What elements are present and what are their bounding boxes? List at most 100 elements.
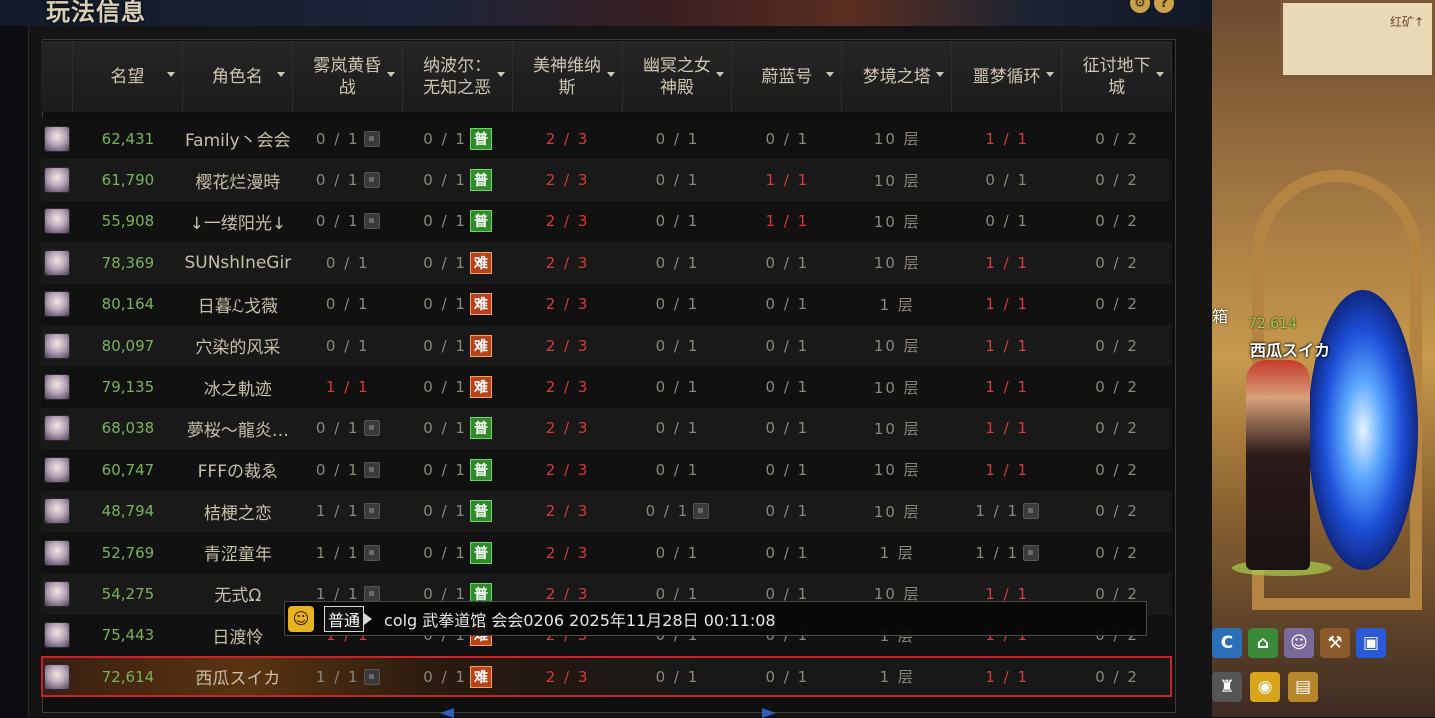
character-name-cell-value: 冰之軌迹: [203, 379, 272, 400]
avatar-cell: [41, 366, 73, 407]
header-column[interactable]: 纳波尔：无知之恶: [402, 41, 513, 112]
scene-side-text: 箱: [1212, 307, 1229, 326]
scene-toolbar-secondary-icon[interactable]: ▤: [1288, 672, 1318, 702]
sort-arrow-icon[interactable]: [496, 72, 505, 77]
fame-cell-value: 52,769: [101, 543, 155, 562]
table-row[interactable]: 78,369 SUNshⅠneGir 0 / 10 / 1难2 / 30 / 10 …: [41, 242, 1172, 284]
mist-twilight-cell: 1 / 1: [293, 366, 403, 407]
lock-icon: [363, 461, 380, 478]
table-row[interactable]: 62,431 Family丶会会 0 / 10 / 1普2 / 30 / 10 / …: [41, 118, 1172, 160]
scene-toolbar-icon[interactable]: ⌂: [1248, 628, 1278, 658]
azure-cell: 0 / 1: [732, 366, 842, 407]
dream-tower-cell: 1 层: [842, 656, 952, 697]
character-name-cell: 日渡怜: [183, 615, 293, 656]
chat-bar[interactable]: ☺ 普通 colg 武拳道馆 会会0206 2025年11月28日 00:11:…: [284, 601, 1147, 636]
sort-arrow-icon[interactable]: [936, 72, 945, 77]
dungeon-cell: 0 / 2: [1062, 449, 1172, 490]
table-row[interactable]: 55,908 ↓一缕阳光↓ 0 / 10 / 1普2 / 30 / 11 / 1 10…: [41, 200, 1172, 243]
hard-difficulty-badge: 难: [469, 665, 492, 688]
sort-arrow-icon[interactable]: [166, 72, 175, 77]
header-column-label: 征讨地下城: [1082, 55, 1151, 98]
sort-arrow-icon[interactable]: [826, 72, 835, 77]
table-row[interactable]: 79,135 冰之軌迹 1 / 10 / 1难2 / 30 / 10 / 1 10 层…: [41, 366, 1172, 408]
table-row[interactable]: 61,790 樱花烂漫時 0 / 10 / 1普2 / 30 / 11 / 1 10 …: [41, 159, 1172, 201]
table-row[interactable]: 60,747 FFFの裁ゑ 0 / 10 / 1普2 / 30 / 10 / 1 10…: [41, 449, 1172, 491]
table-row[interactable]: 80,164 日暮ℒ戈薇 0 / 10 / 1难2 / 30 / 10 / 11 层…: [41, 283, 1172, 325]
lock-icon: [363, 213, 380, 230]
venus-cell-value: 2 / 3: [545, 212, 590, 231]
mist-twilight-cell-value: 1 / 1: [315, 543, 360, 562]
table-row[interactable]: 68,038 夢桜～龍炎… 0 / 10 / 1普2 / 30 / 10 / 1 10…: [41, 407, 1172, 450]
normal-difficulty-badge: 普: [469, 127, 492, 150]
header-column[interactable]: 雾岚黄昏战: [292, 41, 403, 112]
fame-cell: 62,431: [73, 118, 183, 159]
scene-toolbar-icon[interactable]: ▣: [1356, 628, 1386, 658]
character-name-cell: 青涩童年: [183, 532, 293, 573]
character-name-cell-value: 无式Ω: [214, 586, 262, 607]
mist-twilight-cell: 1 / 1: [293, 656, 403, 697]
table-row[interactable]: 52,769 青涩童年 1 / 10 / 1普2 / 30 / 10 / 11 层1…: [41, 531, 1172, 574]
header-column-label: 雾岚黄昏战: [313, 55, 382, 98]
emote-icon[interactable]: ☺: [288, 605, 314, 632]
venus-cell: 2 / 3: [513, 159, 623, 200]
scene-toolbar-secondary-icon[interactable]: ♜: [1212, 672, 1242, 702]
scene-toolbar-icon[interactable]: ⚒: [1320, 628, 1350, 658]
nightmare-loop-cell-value: 1 / 1: [985, 129, 1030, 148]
table-row[interactable]: 72,614 西瓜スイカ 1 / 10 / 1难2 / 30 / 10 / 11 层…: [41, 656, 1172, 698]
portal[interactable]: [1308, 290, 1418, 570]
avatar: [43, 167, 70, 194]
header-column[interactable]: 梦境之塔: [842, 41, 953, 112]
chat-channel-label[interactable]: 普通: [324, 605, 365, 632]
header-column[interactable]: 名望: [72, 41, 183, 112]
header-column[interactable]: 征讨地下城: [1062, 41, 1173, 112]
sort-arrow-icon[interactable]: [1156, 72, 1165, 77]
napol-cell-value: 0 / 1: [423, 212, 467, 231]
hard-difficulty-badge: 难: [469, 376, 492, 399]
dream-tower-cell: 10 层: [842, 242, 952, 283]
napol-cell: 0 / 1普: [403, 532, 513, 573]
player-character[interactable]: [1246, 360, 1310, 570]
panel-title: 玩法信息: [46, 0, 146, 26]
sort-arrow-icon[interactable]: [386, 72, 395, 77]
nether-temple-cell: 0 / 1: [623, 159, 733, 200]
header-column[interactable]: 蔚蓝号: [732, 41, 843, 112]
fame-cell: 52,769: [73, 532, 183, 573]
mist-twilight-cell-value: 0 / 1: [315, 171, 360, 190]
scene-toolbar-icon[interactable]: ☺: [1284, 628, 1314, 658]
nightmare-loop-cell-value: 1 / 1: [985, 378, 1030, 397]
header-column[interactable]: 幽冥之女神殿: [622, 41, 733, 112]
sort-arrow-icon[interactable]: [716, 72, 725, 77]
scene-toolbar-secondary-icon[interactable]: ◉: [1250, 672, 1280, 702]
header-column[interactable]: 角色名: [182, 41, 293, 112]
mist-twilight-cell: 0 / 1: [293, 408, 403, 449]
normal-difficulty-badge: 普: [469, 210, 492, 233]
table-row[interactable]: 48,794 桔梗之恋 1 / 10 / 1普2 / 30 / 10 / 1 10 层…: [41, 490, 1172, 532]
header-column[interactable]: 噩梦循环: [952, 41, 1063, 112]
venus-cell-value: 2 / 3: [545, 295, 590, 314]
napol-cell-value: 0 / 1: [423, 667, 467, 686]
fame-cell-value: 55,908: [101, 212, 155, 231]
sort-arrow-icon[interactable]: [1046, 72, 1055, 77]
scene-toolbar-icon[interactable]: C: [1212, 628, 1242, 658]
mist-twilight-cell-value: 0 / 1: [325, 336, 370, 355]
venus-cell: 2 / 3: [513, 284, 623, 325]
nightmare-loop-cell-value: 1 / 1: [985, 295, 1030, 314]
sort-arrow-icon[interactable]: [276, 72, 285, 77]
napol-cell-value: 0 / 1: [423, 171, 467, 190]
help-icon[interactable]: ?: [1154, 0, 1174, 13]
dungeon-cell-value: 0 / 2: [1095, 419, 1139, 438]
mist-twilight-cell-value: 0 / 1: [315, 419, 360, 438]
settings-gear-icon[interactable]: ⚙: [1130, 0, 1150, 13]
sort-arrow-icon[interactable]: [606, 72, 615, 77]
character-name-cell: 樱花烂漫時: [183, 159, 293, 200]
table-row[interactable]: 80,097 穴染的风采 0 / 10 / 1难2 / 30 / 10 / 1 10 …: [41, 324, 1172, 367]
azure-cell: 1 / 1: [732, 159, 842, 200]
header-column[interactable]: 美神维纳斯: [512, 41, 623, 112]
fame-cell: 60,747: [73, 449, 183, 490]
venus-cell: 2 / 3: [513, 449, 623, 490]
napol-cell: 0 / 1普: [403, 118, 513, 159]
avatar: [43, 498, 70, 525]
chat-channel-arrow-icon: [364, 612, 373, 625]
character-name-cell: ↓一缕阳光↓: [183, 201, 293, 242]
nether-temple-cell-value: 0 / 1: [655, 253, 700, 272]
